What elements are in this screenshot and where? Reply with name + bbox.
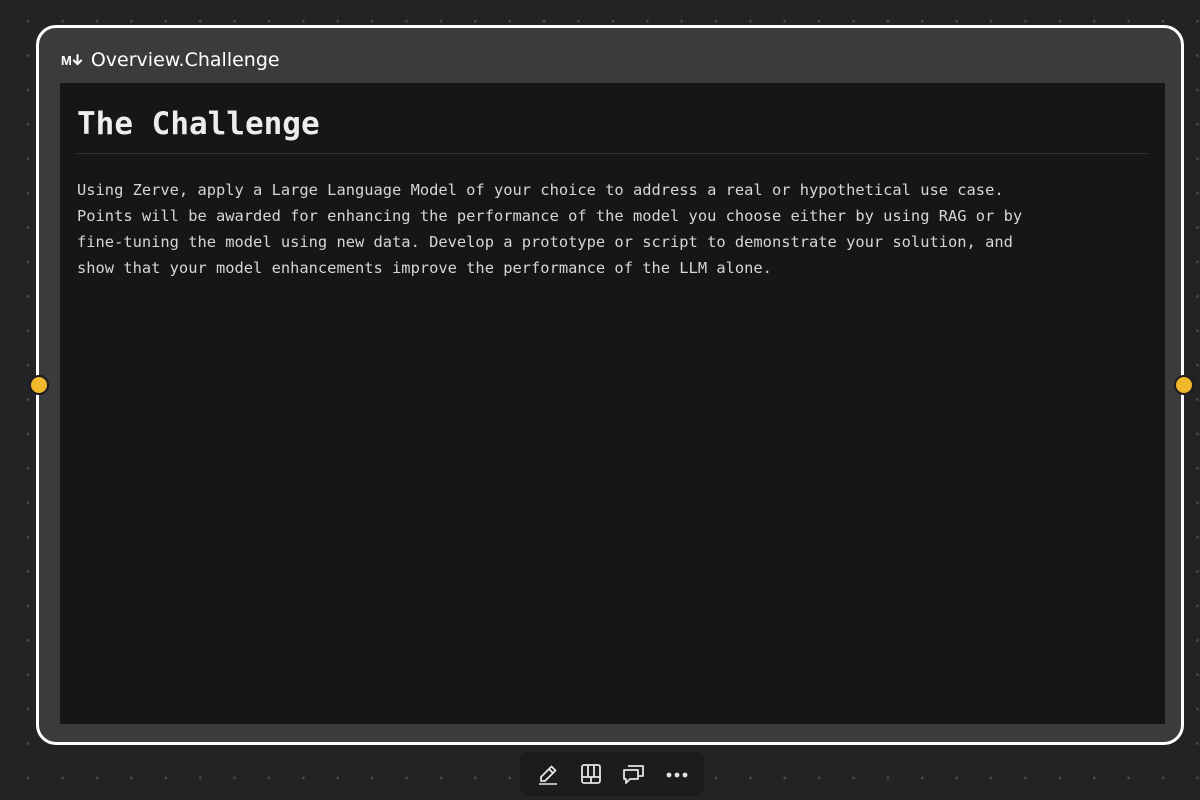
arrow-down-icon (72, 54, 83, 66)
connection-handle-right[interactable] (1174, 375, 1194, 395)
block-title[interactable]: Overview.Challenge (91, 48, 280, 72)
markdown-icon-letter: M (61, 52, 72, 68)
comment-button[interactable] (616, 756, 652, 792)
block-header: M Overview.Challenge (61, 47, 280, 73)
layout-button[interactable] (573, 756, 609, 792)
canvas[interactable]: M Overview.Challenge The Challenge Using… (0, 0, 1200, 800)
markdown-icon: M (61, 53, 83, 68)
block-toolbar (520, 752, 704, 796)
pencil-icon (538, 765, 557, 785)
edit-button[interactable] (530, 756, 566, 792)
more-icon (666, 772, 687, 778)
more-button[interactable] (659, 756, 695, 792)
markdown-block[interactable]: M Overview.Challenge The Challenge Using… (36, 25, 1184, 745)
content-heading: The Challenge (77, 83, 1147, 154)
layout-grid-icon (580, 764, 601, 784)
content-paragraph: Using Zerve, apply a Large Language Mode… (77, 181, 1023, 277)
connection-handle-left[interactable] (29, 375, 49, 395)
comment-icon (622, 765, 644, 784)
markdown-content[interactable]: The Challenge Using Zerve, apply a Large… (60, 83, 1165, 724)
